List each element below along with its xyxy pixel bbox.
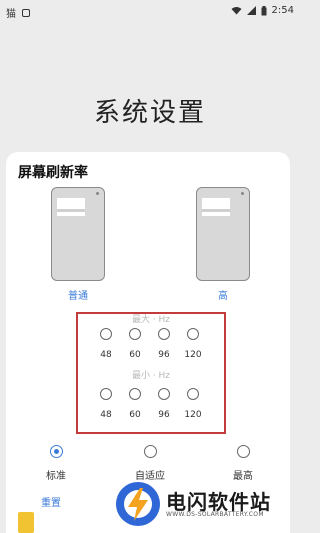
min-hz-label-60: 60 [129,410,141,420]
reset-button[interactable]: 重置 [41,494,61,509]
preview-bar [57,209,85,212]
preview-dot [241,192,244,195]
file-icon [18,512,34,533]
max-hz-radio-48[interactable] [100,328,112,340]
max-hz-label-96: 96 [158,350,170,360]
preview-dot [96,192,99,195]
option-standard-radio[interactable] [50,445,63,458]
option-adaptive-radio[interactable] [144,445,157,458]
page-title: 系统设置 [93,98,206,128]
status-bar: 猫 2:54 [0,0,300,24]
min-hz-radio-96[interactable] [158,388,170,400]
preview-screen [57,198,85,216]
mode-normal-preview[interactable] [51,187,105,281]
mode-high-preview[interactable] [196,187,250,281]
preview-screen [202,198,230,216]
preview-bar [202,209,230,212]
min-hz-radio-120[interactable] [187,388,199,400]
dialog-title: 屏幕刷新率 [18,165,88,181]
max-hz-label-48: 48 [100,350,112,360]
min-hz-label-48: 48 [100,410,112,420]
option-max-radio[interactable] [237,445,250,458]
signal-icon [246,6,256,15]
app-notification-icon [22,8,30,17]
option-standard-label[interactable]: 标准 [26,467,86,482]
min-hz-radio-48[interactable] [100,388,112,400]
max-hz-radio-120[interactable] [187,328,199,340]
refresh-rate-dialog: 屏幕刷新率 普通 高 最大 · Hz 48 60 96 120 最小 · Hz … [6,152,290,533]
hz-selector-box: 最大 · Hz 48 60 96 120 最小 · Hz 48 60 96 12… [76,312,226,434]
min-hz-label-120: 120 [184,410,202,420]
watermark-url: WWW.DS-SOLARBATTERY.COM [166,511,264,518]
min-hz-label-96: 96 [158,410,170,420]
min-hz-radio-60[interactable] [129,388,141,400]
mode-high-label[interactable]: 高 [193,287,253,302]
max-hz-caption: 最大 · Hz [131,315,171,325]
clock: 2:54 [271,5,294,16]
min-hz-caption: 最小 · Hz [131,371,171,381]
battery-icon [261,5,267,15]
wifi-icon [231,7,242,15]
mode-normal-label[interactable]: 普通 [48,287,108,302]
max-hz-label-60: 60 [129,350,141,360]
max-hz-radio-96[interactable] [158,328,170,340]
watermark-logo-icon [116,482,160,526]
max-hz-label-120: 120 [184,350,202,360]
max-hz-radio-60[interactable] [129,328,141,340]
notification-icon: 猫 [6,9,16,20]
option-max-label[interactable]: 最高 [213,467,273,482]
